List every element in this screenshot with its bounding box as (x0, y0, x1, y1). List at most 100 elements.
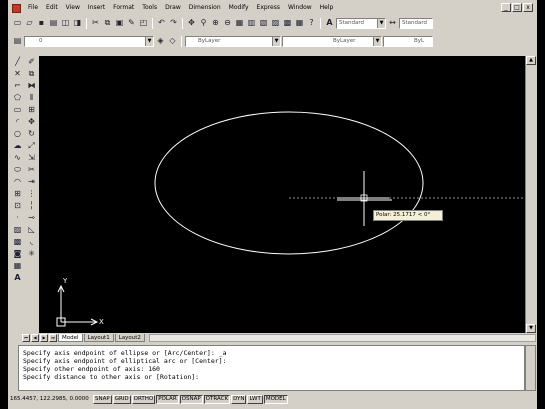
spline-icon[interactable]: ∿ (12, 152, 23, 163)
erase-icon[interactable]: ✐ (26, 56, 37, 67)
otrack-toggle[interactable]: OTRACK (203, 395, 231, 404)
construction-line-icon[interactable]: ✕ (12, 68, 23, 79)
close-button[interactable]: x (523, 3, 533, 12)
arc-icon[interactable]: ◜ (12, 116, 23, 127)
grid-toggle[interactable]: GRID (112, 395, 131, 404)
vertical-scrollbar[interactable]: ▲ ▼ (525, 56, 536, 333)
command-scrollbar[interactable] (525, 345, 536, 391)
chamfer-icon[interactable]: ◺ (26, 224, 37, 235)
mirror-icon[interactable]: ⧓ (26, 80, 37, 91)
menu-modify[interactable]: Modify (225, 2, 253, 14)
plot-preview-icon[interactable]: ◫ (60, 18, 71, 29)
insert-block-icon[interactable]: ⊞ (12, 188, 23, 199)
polar-toggle[interactable]: POLAR (156, 395, 179, 404)
layer-dropdown[interactable]: 0 ▼ (24, 35, 154, 47)
new-file-icon[interactable]: ▭ (12, 18, 23, 29)
layer-manager-icon[interactable]: ▤ (12, 36, 23, 47)
circle-icon[interactable]: ○ (12, 128, 23, 139)
break-at-point-icon[interactable]: ⋮ (26, 188, 37, 199)
match-properties-icon[interactable]: ✎ (126, 18, 137, 29)
move-icon[interactable]: ✥ (26, 116, 37, 127)
dyn-toggle[interactable]: DYN (231, 395, 247, 404)
ellipse-icon[interactable]: ⬭ (12, 164, 23, 175)
drawing-canvas[interactable]: Y X Polar: 25.1717 < 0° (39, 56, 525, 333)
first-tab-icon[interactable]: ⏮ (22, 333, 30, 342)
save-icon[interactable]: ▪ (36, 18, 47, 29)
offset-icon[interactable]: ⫴ (26, 92, 37, 103)
redo-icon[interactable]: ↷ (168, 18, 179, 29)
zoom-previous-icon[interactable]: ⊖ (222, 18, 233, 29)
point-icon[interactable]: · (12, 212, 23, 223)
menu-edit[interactable]: Edit (42, 2, 62, 14)
break-icon[interactable]: ╎ (26, 200, 37, 211)
ortho-toggle[interactable]: ORTHO (131, 395, 156, 404)
text-style-icon[interactable]: A (324, 18, 335, 29)
quickcalc-icon[interactable]: ▦ (294, 18, 305, 29)
properties-icon[interactable]: ▦ (234, 18, 245, 29)
menu-dimension[interactable]: Dimension (185, 2, 225, 14)
markup-icon[interactable]: ▩ (282, 18, 293, 29)
menu-help[interactable]: Help (316, 2, 338, 14)
menu-draw[interactable]: Draw (161, 2, 185, 14)
multiline-text-icon[interactable]: A (12, 272, 23, 283)
menu-insert[interactable]: Insert (84, 2, 109, 14)
array-icon[interactable]: ⊞ (26, 104, 37, 115)
cut-icon[interactable]: ✂ (90, 18, 101, 29)
command-prompt[interactable]: Specify distance to other axis or [Rotat… (23, 373, 524, 381)
horizontal-scrollbar[interactable] (148, 333, 536, 342)
undo-icon[interactable]: ↶ (156, 18, 167, 29)
dim-style-dropdown[interactable]: Standard (399, 17, 433, 29)
gradient-icon[interactable]: ▩ (12, 236, 23, 247)
trim-icon[interactable]: ✂ (26, 164, 37, 175)
make-object-layer-current-icon[interactable]: ◈ (155, 36, 166, 47)
hatch-icon[interactable]: ▨ (12, 224, 23, 235)
restore-button[interactable]: □ (512, 3, 522, 12)
last-tab-icon[interactable]: ⏭ (49, 333, 57, 342)
osnap-toggle[interactable]: OSNAP (179, 395, 203, 404)
menu-file[interactable]: File (24, 2, 42, 14)
copy-icon[interactable]: ⧉ (102, 18, 113, 29)
plot-icon[interactable]: ▤ (48, 18, 59, 29)
minimize-button[interactable]: _ (501, 3, 511, 12)
next-tab-icon[interactable]: ▶ (40, 333, 48, 342)
lwt-toggle[interactable]: LWT (247, 395, 263, 404)
dim-style-icon[interactable]: ↔ (387, 18, 398, 29)
tab-layout1[interactable]: Layout1 (83, 333, 114, 342)
scroll-up-icon[interactable]: ▲ (526, 56, 536, 65)
polygon-icon[interactable]: ⬠ (12, 92, 23, 103)
app-icon[interactable] (12, 3, 21, 13)
zoom-realtime-icon[interactable]: ⚲ (198, 18, 209, 29)
join-icon[interactable]: ⊸ (26, 212, 37, 223)
design-center-icon[interactable]: ▥ (246, 18, 257, 29)
open-folder-icon[interactable]: ▱ (24, 18, 35, 29)
publish-icon[interactable]: ◨ (72, 18, 83, 29)
snap-toggle[interactable]: SNAP (93, 395, 112, 404)
color-dropdown[interactable]: ByLayer ▼ (185, 35, 281, 47)
make-block-icon[interactable]: ⊡ (12, 200, 23, 211)
polyline-icon[interactable]: ⌐ (12, 80, 23, 91)
command-window[interactable]: Specify axis endpoint of ellipse or [Arc… (18, 345, 525, 391)
menu-express[interactable]: Express (253, 2, 284, 14)
lineweight-dropdown[interactable]: ByL (383, 35, 433, 47)
layer-previous-icon[interactable]: ◇ (167, 36, 178, 47)
zoom-window-icon[interactable]: ⊕ (210, 18, 221, 29)
tool-palettes-icon[interactable]: ▧ (258, 18, 269, 29)
help-icon[interactable]: ? (306, 18, 317, 29)
coordinate-readout[interactable]: 165.4457, 122.2985, 0.0000 (10, 395, 92, 404)
rectangle-icon[interactable]: ▭ (12, 104, 23, 115)
stretch-icon[interactable]: ⇲ (26, 152, 37, 163)
linetype-dropdown[interactable]: ByLayer ▼ (282, 35, 382, 47)
model-toggle[interactable]: MODEL (263, 395, 288, 404)
rotate-icon[interactable]: ↻ (26, 128, 37, 139)
scroll-down-icon[interactable]: ▼ (526, 324, 536, 333)
revision-cloud-icon[interactable]: ☁ (12, 140, 23, 151)
pan-icon[interactable]: ✥ (186, 18, 197, 29)
ellipse-arc-icon[interactable]: ◠ (12, 176, 23, 187)
copy-object-icon[interactable]: ⧉ (26, 68, 37, 79)
fillet-icon[interactable]: ◟ (26, 236, 37, 247)
scale-icon[interactable]: ⤢ (26, 140, 37, 151)
paste-icon[interactable]: ▣ (114, 18, 125, 29)
menu-tools[interactable]: Tools (138, 2, 161, 14)
sheet-set-icon[interactable]: ▨ (270, 18, 281, 29)
line-icon[interactable]: ╱ (12, 56, 23, 67)
